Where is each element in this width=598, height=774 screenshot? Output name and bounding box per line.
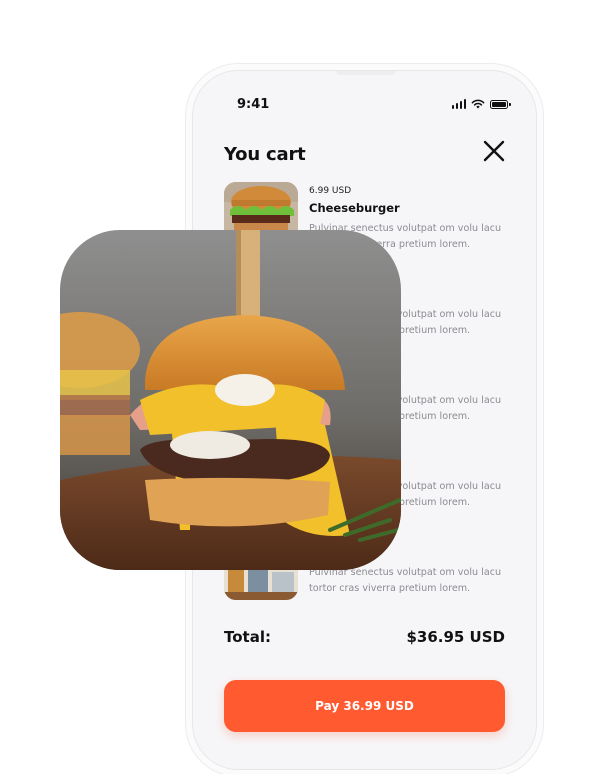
signal-icon	[451, 99, 466, 109]
status-time: 9:41	[237, 97, 270, 112]
item-name: Cheeseburger	[309, 201, 400, 215]
item-price: 6.99 USD	[309, 186, 352, 196]
total-label: Total:	[224, 628, 271, 646]
wifi-icon	[471, 99, 485, 109]
total-row: Total: $36.95 USD	[224, 628, 505, 646]
phone-notch	[336, 71, 396, 75]
burger-illustration	[60, 230, 401, 570]
page-title: You cart	[224, 144, 306, 165]
total-value: $36.95 USD	[406, 628, 505, 646]
close-icon[interactable]	[482, 139, 506, 163]
pay-button[interactable]: Pay 36.99 USD	[224, 680, 505, 732]
status-icons	[451, 98, 511, 109]
burger-hero-image	[60, 230, 401, 570]
battery-icon	[490, 100, 511, 109]
